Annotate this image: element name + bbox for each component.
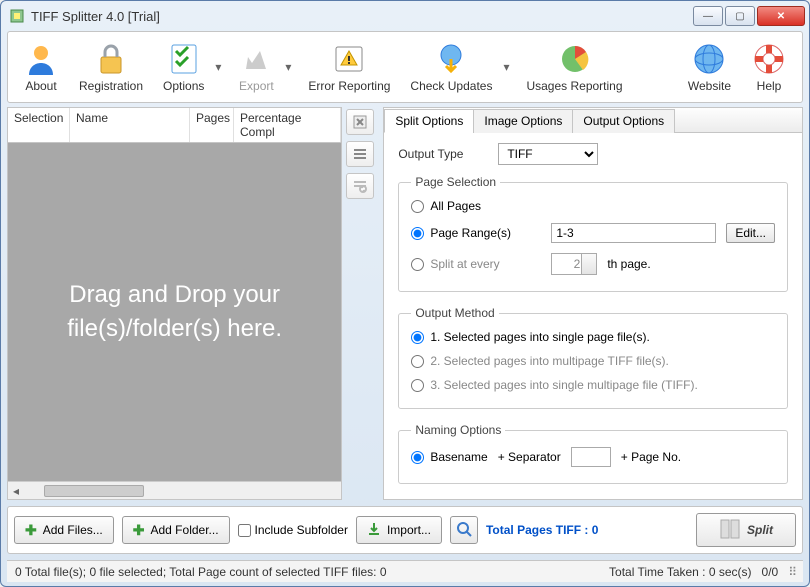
export-button[interactable]: Export [229,36,283,98]
window-title: TIFF Splitter 4.0 [Trial] [31,9,693,24]
file-list-header: Selection Name Pages Percentage Compl [7,107,342,143]
warning-icon [331,41,367,77]
output-method-3-radio[interactable]: 3. Selected pages into single multipage … [411,378,697,392]
drop-hint-text: Drag and Drop your file(s)/folder(s) her… [8,143,341,481]
split-options-body: Output Type TIFF Page Selection All Page… [384,133,802,499]
include-subfolder-checkbox[interactable]: Include Subfolder [238,523,348,537]
page-selection-group: Page Selection All Pages Page Range(s) E… [398,175,788,292]
output-method-1-radio[interactable]: 1. Selected pages into single page file(… [411,330,649,344]
options-button[interactable]: Options [154,36,213,98]
close-button[interactable]: ✕ [757,6,805,26]
col-selection[interactable]: Selection [8,108,70,142]
tab-image-options[interactable]: Image Options [473,109,573,133]
lifebuoy-icon [751,41,787,77]
app-icon [9,8,25,24]
edit-ranges-button[interactable]: Edit... [726,223,775,243]
split-every-spinner[interactable]: 2 [551,253,597,275]
th-page-label: th page. [607,257,650,271]
import-button[interactable]: Import... [356,516,442,544]
error-reporting-button[interactable]: Error Reporting [299,36,399,98]
output-method-group: Output Method 1. Selected pages into sin… [398,306,788,409]
resize-grip-icon[interactable]: ⠿ [788,565,795,579]
options-panel: Split Options Image Options Output Optio… [383,107,803,500]
action-bar: ✚Add Files... ✚Add Folder... Include Sub… [7,506,803,554]
basename-radio[interactable]: Basename [411,450,487,464]
remove-item-button[interactable] [346,173,374,199]
list-button[interactable] [346,141,374,167]
col-percent[interactable]: Percentage Compl [234,108,341,142]
user-icon [23,41,59,77]
usages-reporting-button[interactable]: Usages Reporting [517,36,631,98]
about-button[interactable]: About [14,36,68,98]
add-files-button[interactable]: ✚Add Files... [14,516,114,544]
page-selection-legend: Page Selection [411,175,500,189]
horizontal-scrollbar[interactable]: ◂ [8,481,341,499]
plus-icon: ✚ [25,522,37,539]
naming-options-legend: Naming Options [411,423,505,437]
total-pages-label: Total Pages TIFF : 0 [486,523,598,537]
page-ranges-radio[interactable]: Page Range(s) [411,226,541,240]
split-at-every-radio[interactable]: Split at every [411,257,541,271]
file-list-panel: Selection Name Pages Percentage Compl Dr… [7,107,342,500]
col-pages[interactable]: Pages [190,108,234,142]
main-toolbar: About Registration Options ▾ Export ▾ Er… [7,31,803,103]
tab-split-options[interactable]: Split Options [384,109,474,133]
help-button[interactable]: Help [742,36,796,98]
magnifier-icon [456,521,472,540]
preview-button[interactable] [450,516,478,544]
split-icon [719,518,741,543]
check-updates-button[interactable]: Check Updates [401,36,501,98]
main-content: Selection Name Pages Percentage Compl Dr… [7,107,803,500]
options-tabs: Split Options Image Options Output Optio… [384,108,802,133]
plus-pageno-label: + Page No. [621,450,681,464]
naming-options-group: Naming Options Basename + Separator + Pa… [398,423,788,484]
globe-icon [691,41,727,77]
globe-download-icon [433,41,469,77]
output-type-select[interactable]: TIFF [498,143,598,165]
clear-item-button[interactable] [346,109,374,135]
output-method-2-radio[interactable]: 2. Selected pages into multipage TIFF fi… [411,354,669,368]
status-left: 0 Total file(s); 0 file selected; Total … [15,565,387,579]
col-name[interactable]: Name [70,108,190,142]
separator-input[interactable] [571,447,611,467]
import-icon [367,522,381,539]
pie-chart-icon [557,41,593,77]
maximize-button[interactable]: ▢ [725,6,755,26]
app-window: TIFF Splitter 4.0 [Trial] — ▢ ✕ About Re… [0,0,810,587]
minimize-button[interactable]: — [693,6,723,26]
options-icon [166,41,202,77]
tab-output-options[interactable]: Output Options [572,109,675,133]
export-icon [238,41,274,77]
list-actions-column [346,107,379,500]
titlebar: TIFF Splitter 4.0 [Trial] — ▢ ✕ [1,1,809,31]
status-right: Total Time Taken : 0 sec(s) [609,565,752,579]
file-list-body[interactable]: Drag and Drop your file(s)/folder(s) her… [7,143,342,500]
output-type-label: Output Type [398,147,488,161]
updates-dropdown-icon[interactable]: ▾ [503,60,515,74]
status-counter: 0/0 [762,565,779,579]
website-button[interactable]: Website [679,36,740,98]
add-folder-button[interactable]: ✚Add Folder... [122,516,230,544]
split-button[interactable]: Split [696,513,796,547]
status-bar: 0 Total file(s); 0 file selected; Total … [7,560,803,582]
plus-separator-label: + Separator [498,450,561,464]
lock-icon [93,41,129,77]
options-dropdown-icon[interactable]: ▾ [215,60,227,74]
all-pages-radio[interactable]: All Pages [411,199,481,213]
plus-folder-icon: ✚ [133,522,145,539]
export-dropdown-icon[interactable]: ▾ [285,60,297,74]
registration-button[interactable]: Registration [70,36,152,98]
page-ranges-input[interactable] [551,223,716,243]
output-method-legend: Output Method [411,306,498,320]
